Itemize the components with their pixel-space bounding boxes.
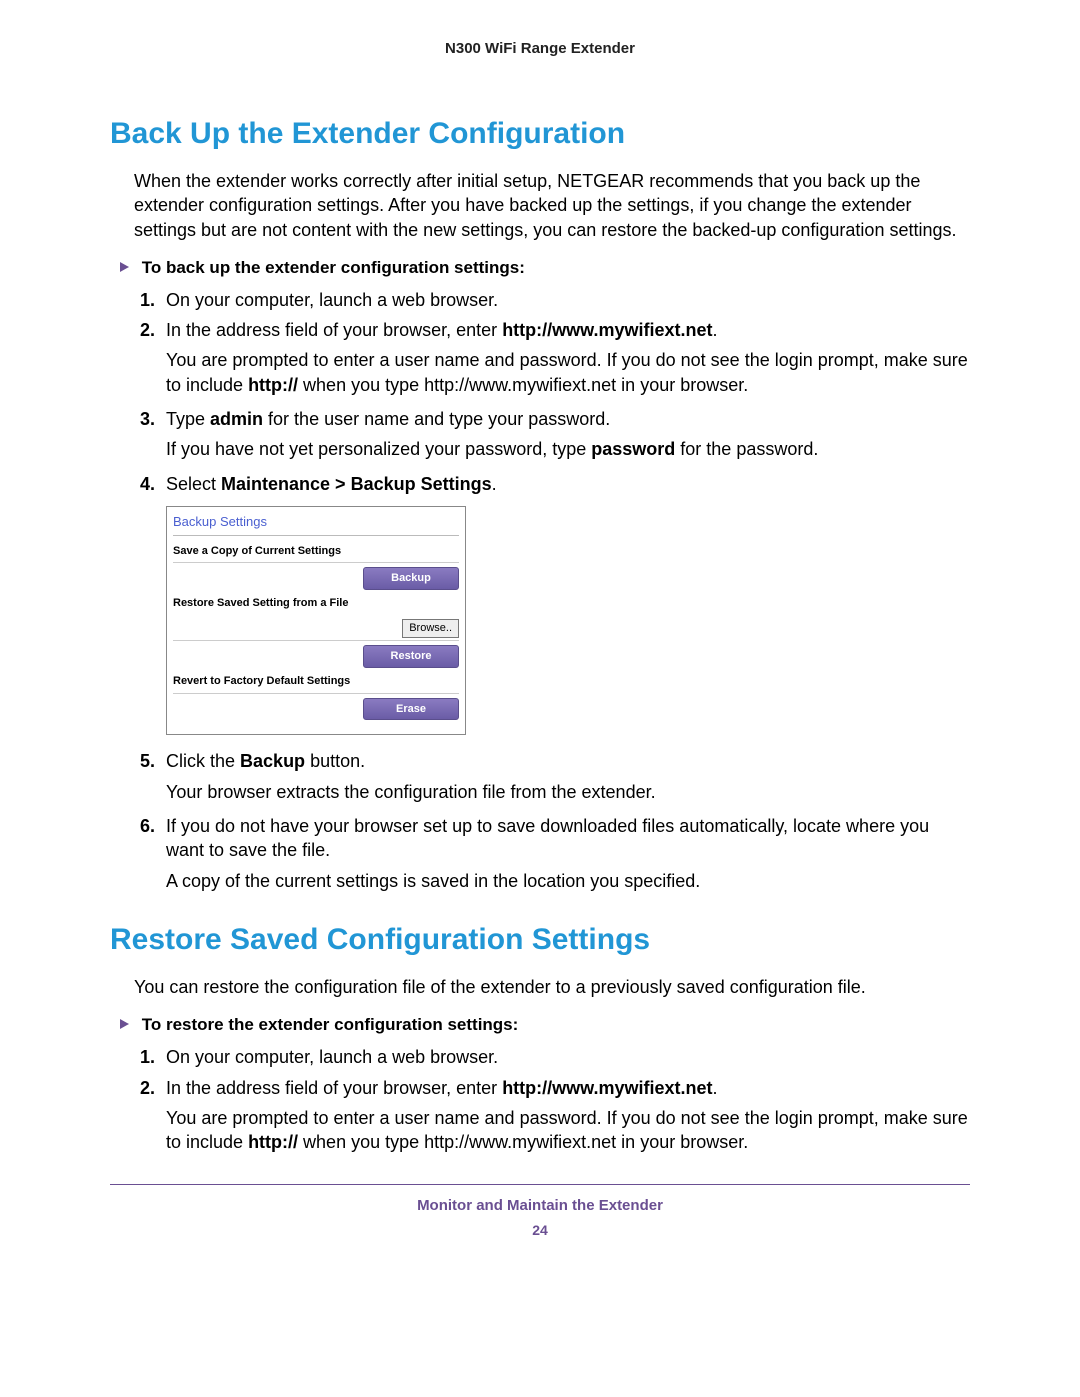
step-text: On your computer, launch a web browser. (166, 290, 498, 310)
note-bold: password (591, 439, 675, 459)
footer-divider (110, 1184, 970, 1185)
step-1: 1. On your computer, launch a web browse… (140, 288, 970, 312)
step-note: A copy of the current settings is saved … (166, 869, 970, 893)
browse-button[interactable]: Browse.. (402, 619, 459, 638)
panel-title: Backup Settings (173, 511, 459, 536)
group-label: Save a Copy of Current Settings (173, 544, 459, 559)
step-number: 1. (140, 1045, 155, 1069)
step-text-pre: Type (166, 409, 210, 429)
task-heading-restore: To restore the extender configuration se… (120, 1015, 970, 1035)
intro-paragraph: When the extender works correctly after … (134, 169, 970, 242)
step-text-post: for the user name and type your password… (263, 409, 610, 429)
step-number: 1. (140, 288, 155, 312)
step-note: Your browser extracts the configuration … (166, 780, 970, 804)
step-url: http://www.mywifiext.net (502, 1078, 712, 1098)
document-page: N300 WiFi Range Extender Back Up the Ext… (0, 0, 1080, 1397)
task-heading-text: To restore the extender configuration se… (142, 1015, 519, 1034)
note-post: for the password. (675, 439, 818, 459)
backup-settings-panel: Backup Settings Save a Copy of Current S… (166, 506, 466, 735)
restore-steps-list: 1. On your computer, launch a web browse… (140, 1045, 970, 1154)
step-2: 2. In the address field of your browser,… (140, 1076, 970, 1155)
panel-row: Restore (173, 640, 459, 668)
step-text-pre: In the address field of your browser, en… (166, 320, 502, 340)
step-5: 5. Click the Backup button. Your browser… (140, 749, 970, 804)
step-3: 3. Type admin for the user name and type… (140, 407, 970, 462)
panel-group-save: Save a Copy of Current Settings Backup (173, 544, 459, 591)
page-footer: Monitor and Maintain the Extender 24 (110, 1197, 970, 1238)
step-2: 2. In the address field of your browser,… (140, 318, 970, 397)
step-text: On your computer, launch a web browser. (166, 1047, 498, 1067)
backup-steps-list: 1. On your computer, launch a web browse… (140, 288, 970, 893)
step-text-post: . (713, 320, 718, 340)
step-text-post: button. (305, 751, 365, 771)
step-number: 5. (140, 749, 155, 773)
heading-restore: Restore Saved Configuration Settings (110, 923, 970, 957)
intro-paragraph-restore: You can restore the configuration file o… (134, 975, 970, 999)
step-url: http://www.mywifiext.net (502, 320, 712, 340)
step-number: 3. (140, 407, 155, 431)
group-label: Restore Saved Setting from a File (173, 596, 459, 611)
step-number: 4. (140, 472, 155, 496)
step-note: You are prompted to enter a user name an… (166, 1106, 970, 1155)
step-bold: Maintenance > Backup Settings (221, 474, 492, 494)
backup-button[interactable]: Backup (363, 567, 459, 590)
step-1: 1. On your computer, launch a web browse… (140, 1045, 970, 1069)
step-note: If you have not yet personalized your pa… (166, 437, 970, 461)
step-note: You are prompted to enter a user name an… (166, 348, 970, 397)
heading-backup: Back Up the Extender Configuration (110, 117, 970, 151)
footer-page-number: 24 (110, 1222, 970, 1238)
step-4: 4. Select Maintenance > Backup Settings.… (140, 472, 970, 736)
arrow-bullet-icon (120, 1019, 129, 1029)
note-post: when you type http://www.mywifiext.net i… (298, 1132, 748, 1152)
footer-chapter: Monitor and Maintain the Extender (110, 1197, 970, 1214)
arrow-bullet-icon (120, 262, 129, 272)
step-text: If you do not have your browser set up t… (166, 816, 929, 860)
panel-group-restore: Restore Saved Setting from a File Browse… (173, 596, 459, 668)
note-post: when you type http://www.mywifiext.net i… (298, 375, 748, 395)
group-label: Revert to Factory Default Settings (173, 674, 459, 689)
task-heading-text: To back up the extender configuration se… (142, 258, 525, 277)
panel-group-erase: Revert to Factory Default Settings Erase (173, 674, 459, 721)
step-bold: admin (210, 409, 263, 429)
step-number: 6. (140, 814, 155, 838)
task-heading-backup: To back up the extender configuration se… (120, 258, 970, 278)
panel-row: Backup (173, 562, 459, 590)
note-pre: If you have not yet personalized your pa… (166, 439, 591, 459)
note-bold: http:// (248, 375, 298, 395)
panel-row: Browse.. (173, 615, 459, 638)
step-bold: Backup (240, 751, 305, 771)
step-text-post: . (492, 474, 497, 494)
step-text-pre: In the address field of your browser, en… (166, 1078, 502, 1098)
step-6: 6. If you do not have your browser set u… (140, 814, 970, 893)
erase-button[interactable]: Erase (363, 698, 459, 721)
step-text-pre: Select (166, 474, 221, 494)
step-number: 2. (140, 1076, 155, 1100)
step-text-post: . (713, 1078, 718, 1098)
step-text-pre: Click the (166, 751, 240, 771)
restore-button[interactable]: Restore (363, 645, 459, 668)
step-number: 2. (140, 318, 155, 342)
doc-header: N300 WiFi Range Extender (110, 40, 970, 57)
panel-row: Erase (173, 693, 459, 721)
note-bold: http:// (248, 1132, 298, 1152)
